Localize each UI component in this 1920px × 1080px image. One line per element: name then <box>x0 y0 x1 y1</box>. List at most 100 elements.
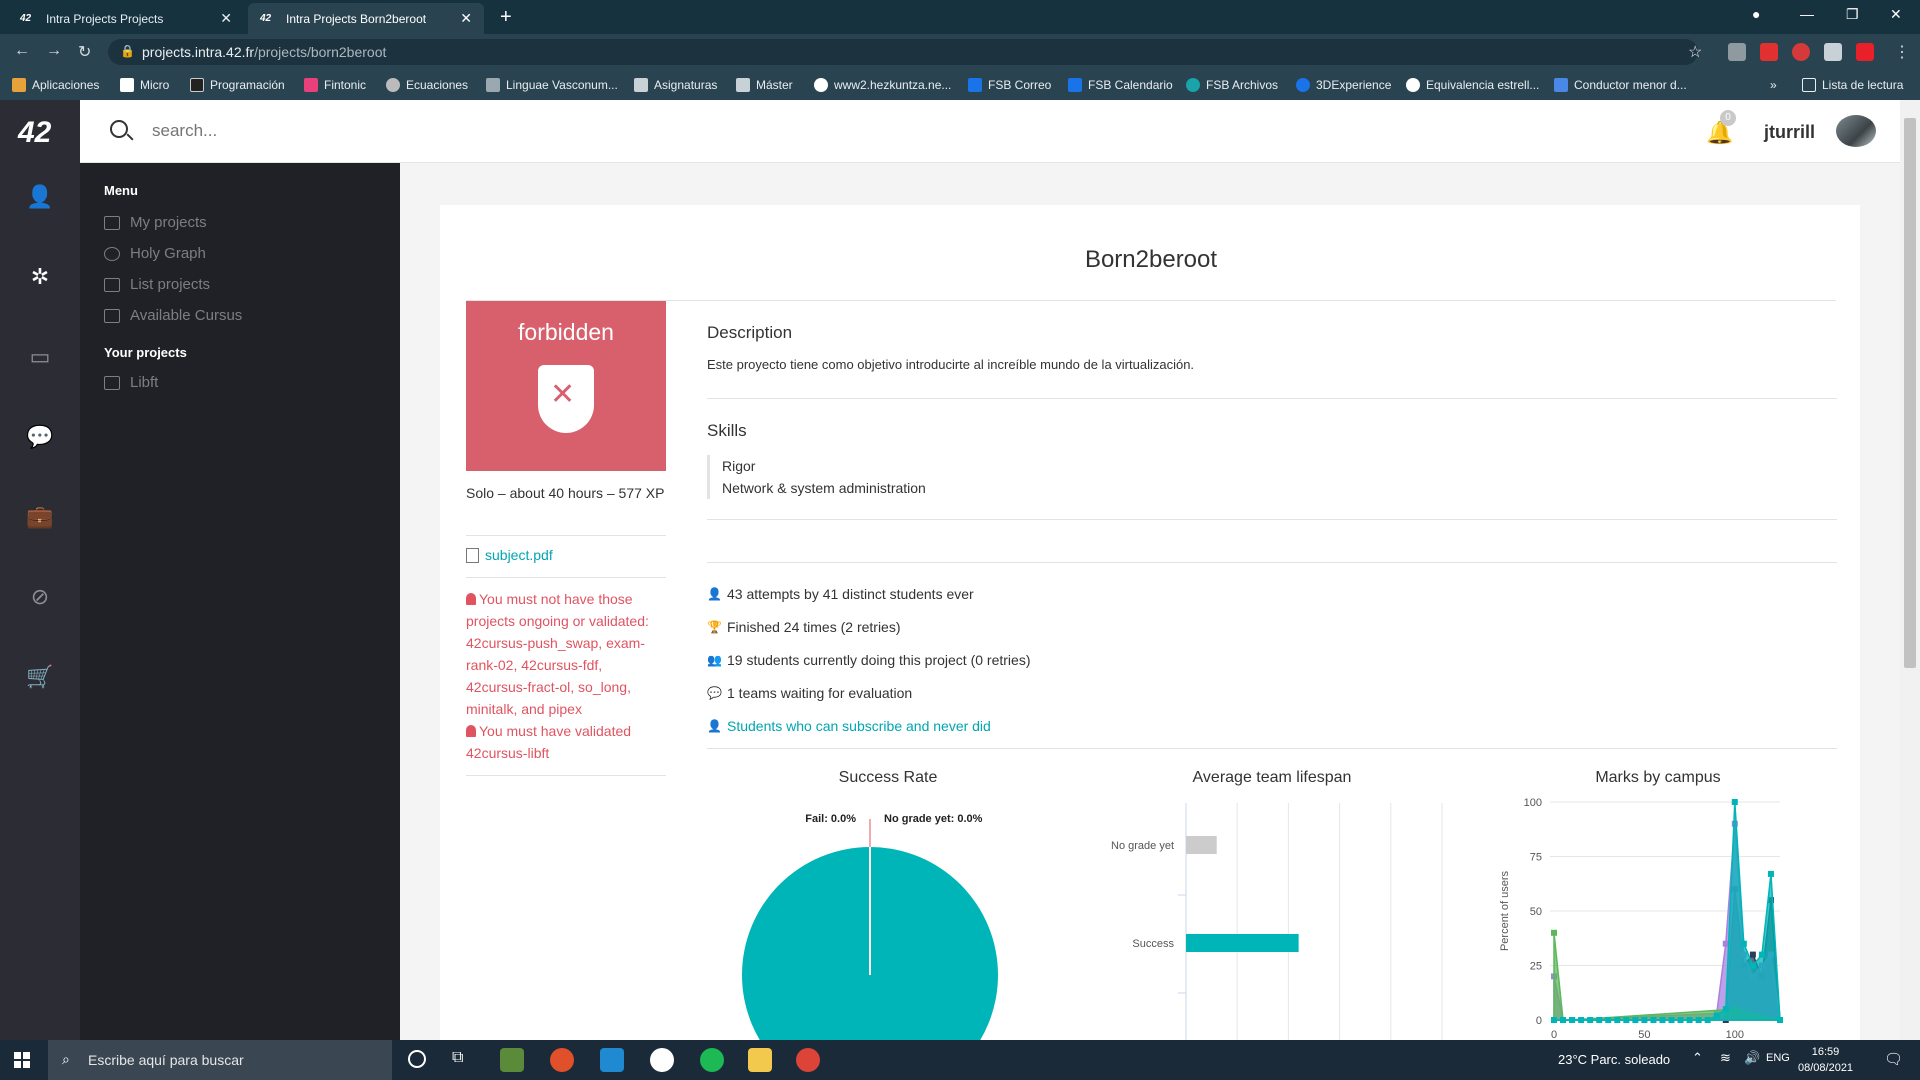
bookmark-item[interactable]: Programación <box>190 78 285 92</box>
divider <box>707 398 1837 399</box>
url-text[interactable]: projects.intra.42.fr/projects/born2beroo… <box>142 44 386 60</box>
data-point <box>1749 962 1756 969</box>
tab-born2beroot[interactable]: 42 Intra Projects Born2beroot ✕ <box>248 3 484 34</box>
bookmark-item[interactable]: Aplicaciones <box>12 78 99 92</box>
windows-start-icon[interactable] <box>14 1052 30 1068</box>
bookmark-item[interactable]: Fintonic <box>304 78 366 92</box>
data-point <box>1659 1017 1666 1023</box>
extension-icon[interactable] <box>1792 43 1810 61</box>
your-projects-heading: Your projects <box>104 345 187 360</box>
category-label: Success <box>1132 938 1174 950</box>
briefcase-icon <box>104 215 120 230</box>
menu-item-my-projects[interactable]: My projects <box>104 214 207 231</box>
date: 08/08/2021 <box>1798 1062 1854 1074</box>
minimize-icon[interactable]: — <box>1800 6 1814 22</box>
list-icon <box>104 277 120 292</box>
extensions-puzzle-icon[interactable] <box>1824 43 1842 61</box>
clock[interactable]: 16:59 08/08/2021 <box>1798 1044 1853 1076</box>
pdf-extension-icon[interactable] <box>1760 43 1778 61</box>
reload-icon[interactable]: ↻ <box>78 42 91 62</box>
reading-list[interactable]: Lista de lectura <box>1802 78 1903 92</box>
divider <box>707 562 1837 563</box>
file-explorer-icon[interactable] <box>748 1048 772 1072</box>
new-tab-icon[interactable]: + <box>500 6 512 29</box>
bookmark-star-icon[interactable]: ☆ <box>1688 42 1702 62</box>
vscode-icon[interactable] <box>600 1048 624 1072</box>
trophy-icon: 🏆 <box>707 620 722 634</box>
compass-icon[interactable]: ⊘ <box>26 584 54 612</box>
taskbar-search-placeholder: Escribe aquí para buscar <box>88 1052 244 1068</box>
description-text: Este proyecto tiene como objetivo introd… <box>707 357 1195 372</box>
data-point <box>1650 1017 1657 1023</box>
bookmark-item[interactable]: Linguae Vasconum... <box>486 78 618 92</box>
briefcase-icon <box>104 375 120 390</box>
chrome-icon[interactable] <box>796 1048 820 1072</box>
slack-icon[interactable] <box>650 1048 674 1072</box>
stat-finished: 🏆 Finished 24 times (2 retries) <box>707 619 901 635</box>
team-lifespan-chart: No grade yet Success <box>1111 803 1443 1040</box>
description-heading: Description <box>707 323 793 342</box>
subject-link[interactable]: subject.pdf <box>466 547 553 563</box>
bookmark-item[interactable]: Micro <box>120 78 169 92</box>
username[interactable]: jturrill <box>1764 122 1815 143</box>
wifi-icon[interactable]: ≋ <box>1720 1050 1731 1066</box>
minecraft-icon[interactable] <box>500 1048 524 1072</box>
data-point <box>1578 1017 1585 1023</box>
url-path: /projects/born2beroot <box>254 44 387 60</box>
42-favicon-icon: 42 <box>260 12 272 24</box>
url-bar[interactable]: 🔒 projects.intra.42.fr/projects/born2ber… <box>108 39 1702 65</box>
windows-taskbar: ⌕ Escribe aquí para buscar ⧉ 23°C Parc. … <box>0 1040 1920 1080</box>
address-bar: ← → ↻ 🔒 projects.intra.42.fr/projects/bo… <box>0 34 1920 70</box>
bookmark-item[interactable]: Máster <box>736 78 793 92</box>
shop-icon[interactable]: 🛒 <box>26 664 54 692</box>
close-icon[interactable]: ✕ <box>460 10 472 27</box>
taskbar-search[interactable]: ⌕ Escribe aquí para buscar <box>48 1040 392 1080</box>
bookmark-item[interactable]: Ecuaciones <box>386 78 468 92</box>
bookmark-item[interactable]: 3DExperience <box>1296 78 1391 92</box>
bookmark-item[interactable]: Asignaturas <box>634 78 717 92</box>
search-input[interactable] <box>152 121 552 141</box>
extension-icon[interactable] <box>1728 43 1746 61</box>
close-window-icon[interactable]: ✕ <box>1890 6 1902 23</box>
menu-item-available-cursus[interactable]: Available Cursus <box>104 307 242 324</box>
bookmark-item[interactable]: Conductor menor d... <box>1554 78 1687 92</box>
bookmark-item[interactable]: www2.hezkuntza.ne... <box>814 78 951 92</box>
cortana-icon[interactable] <box>408 1050 426 1068</box>
bookmark-item[interactable]: FSB Archivos <box>1186 78 1278 92</box>
stat-evaluation: 💬 1 teams waiting for evaluation <box>707 685 913 701</box>
profile-icon[interactable]: 👤 <box>26 184 54 212</box>
bookmarks-more-icon[interactable]: » <box>1770 78 1777 92</box>
back-icon[interactable]: ← <box>14 42 30 60</box>
avatar[interactable] <box>1836 115 1876 147</box>
42-logo[interactable]: 42 <box>18 116 51 150</box>
bookmark-item[interactable]: FSB Correo <box>968 78 1051 92</box>
obs-icon[interactable] <box>550 1048 574 1072</box>
forward-icon[interactable]: → <box>46 42 62 60</box>
subscribe-link[interactable]: 👤 Students who can subscribe and never di… <box>707 718 991 734</box>
task-view-icon[interactable]: ⧉ <box>452 1049 463 1067</box>
menu-item-list-projects[interactable]: List projects <box>104 276 210 293</box>
restore-icon[interactable]: ❐ <box>1846 6 1859 23</box>
language-indicator[interactable]: ENG <box>1766 1052 1790 1064</box>
scrollbar-thumb[interactable] <box>1904 118 1916 668</box>
bookmark-item[interactable]: Equivalencia estrell... <box>1406 78 1539 92</box>
companies-icon[interactable]: 💼 <box>26 504 54 532</box>
profile-avatar-icon[interactable] <box>1856 43 1874 61</box>
chevron-up-icon[interactable]: ⌃ <box>1692 1050 1703 1066</box>
forum-icon[interactable]: 💬 <box>26 424 54 452</box>
close-icon[interactable]: ✕ <box>220 10 232 27</box>
elearning-icon[interactable]: ▭ <box>26 344 54 372</box>
bookmark-item[interactable]: FSB Calendario <box>1068 78 1173 92</box>
notifications-icon[interactable]: 🗨 <box>1884 1050 1903 1068</box>
browser-menu-icon[interactable]: ⋮ <box>1894 42 1910 62</box>
menu-item-libft[interactable]: Libft <box>104 374 158 391</box>
volume-icon[interactable]: 🔊 <box>1744 1050 1760 1066</box>
42-favicon-icon: 42 <box>20 12 32 24</box>
document-icon <box>466 547 479 563</box>
tab-projects[interactable]: 42 Intra Projects Projects ✕ <box>8 3 244 34</box>
data-point <box>1740 940 1747 947</box>
spotify-icon[interactable] <box>700 1048 724 1072</box>
profile-icon[interactable]: ● <box>1752 6 1760 22</box>
skills-list: Rigor Network & system administration <box>707 455 926 499</box>
weather-widget[interactable]: 23°C Parc. soleado <box>1558 1052 1670 1067</box>
